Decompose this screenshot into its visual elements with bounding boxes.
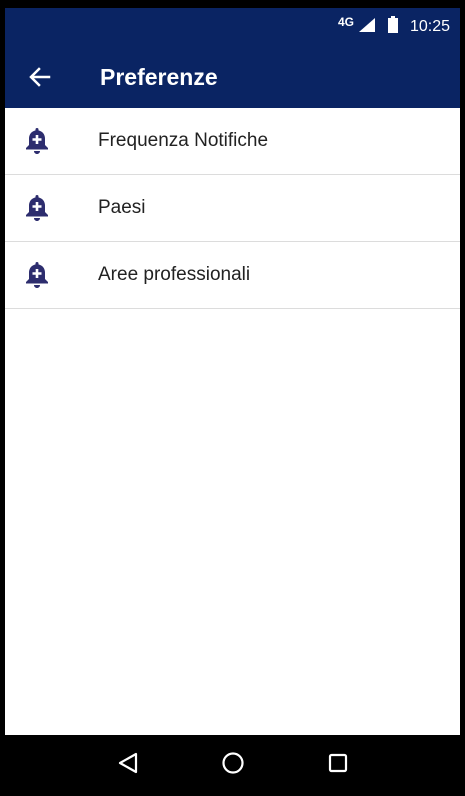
battery-icon (387, 16, 398, 38)
bell-plus-icon (23, 260, 51, 290)
square-recents-icon (328, 753, 347, 773)
system-nav-bar (5, 735, 460, 791)
circle-home-icon (221, 752, 244, 774)
app-bar: Preferenze (5, 46, 460, 108)
list-item-aree-professionali[interactable]: Aree professionali (5, 242, 460, 309)
triangle-back-icon (118, 752, 137, 774)
list-item-label: Aree professionali (98, 264, 251, 285)
nav-back-button[interactable] (108, 743, 148, 783)
network-type: 4G (337, 15, 354, 29)
list-item-frequenza-notifiche[interactable]: Frequenza Notifiche (5, 108, 460, 175)
back-button[interactable] (25, 62, 55, 92)
list-item-label: Frequenza Notifiche (98, 130, 269, 151)
signal-icon (358, 17, 376, 38)
list-item-paesi[interactable]: Paesi (5, 175, 460, 242)
page-title: Preferenze (100, 63, 218, 90)
bell-plus-icon (23, 126, 51, 156)
list-item-label: Paesi (98, 197, 146, 218)
preferences-list: Frequenza Notifiche Paesi Aree professio… (5, 108, 460, 309)
clock: 10:25 (409, 18, 450, 35)
status-bar: 4G 10:25 (5, 8, 460, 46)
nav-home-button[interactable] (213, 743, 253, 783)
nav-recents-button[interactable] (318, 743, 358, 783)
arrow-left-icon (29, 67, 51, 87)
phone-screen: 4G 10:25 Preferenze Frequenza Notifiche … (0, 0, 465, 796)
bell-plus-icon (23, 193, 51, 223)
